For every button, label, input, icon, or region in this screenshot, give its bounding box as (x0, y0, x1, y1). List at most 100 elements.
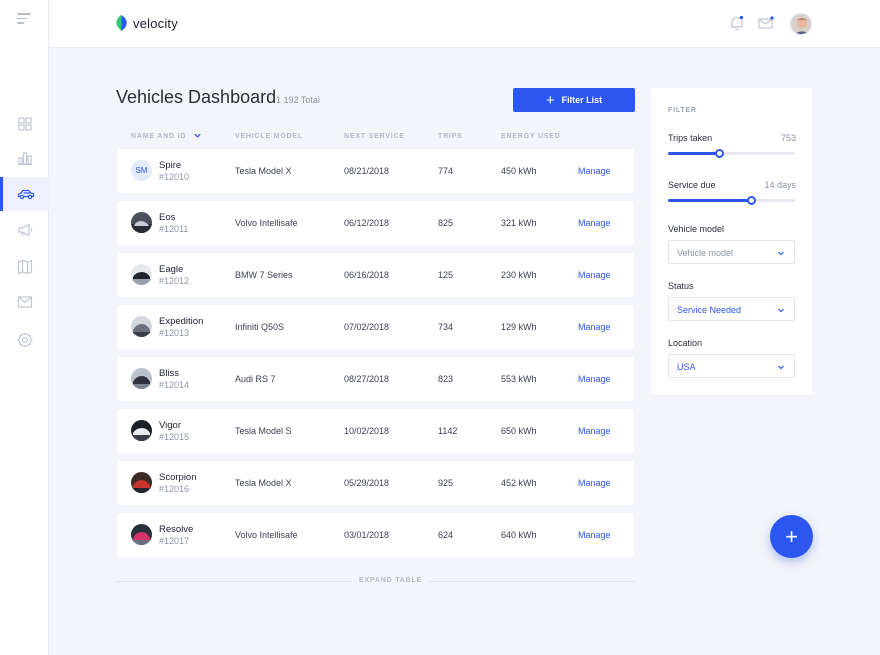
vehicle-model: Volvo Intellisafe (235, 530, 298, 540)
vehicle-model: Volvo Intellisafe (235, 218, 298, 228)
manage-link[interactable]: Manage (578, 530, 611, 540)
vehicle-initials-avatar: SM (131, 160, 152, 181)
menu-icon[interactable] (17, 13, 31, 25)
trips-taken-slider[interactable] (668, 149, 795, 158)
slider-handle[interactable] (714, 149, 724, 158)
vehicle-photo (131, 472, 152, 493)
next-service: 07/02/2018 (344, 322, 390, 332)
vehicle-name: Eagle (159, 264, 184, 275)
chevron-down-icon (778, 251, 784, 256)
table-row[interactable]: Resolve #12017 Volvo Intellisafe 03/01/2… (117, 513, 634, 557)
trips: 925 (438, 478, 454, 488)
column-header-trips[interactable]: TRIPS (438, 133, 463, 140)
vehicle-name: Eos (159, 212, 176, 223)
filter-panel: FILTER Trips taken 753 Service due 14 da… (651, 88, 812, 395)
vehicle-photo (131, 212, 152, 233)
slider-fill (668, 152, 719, 155)
nav-messages[interactable] (0, 285, 49, 319)
expand-table-button[interactable]: EXPAND TABLE (352, 577, 430, 584)
vehicle-id: #12015 (159, 432, 190, 442)
table-row[interactable]: Scorpion #12016 Tesla Model X 05/29/2018… (117, 461, 634, 505)
vehicle-model-select[interactable]: Vehicle model (668, 240, 795, 264)
vehicle-id: #12013 (159, 328, 190, 338)
chevron-down-icon (778, 365, 784, 370)
nav-settings[interactable] (0, 323, 49, 357)
table-row[interactable]: Vigor #12015 Tesla Model S 10/02/2018 11… (117, 409, 634, 453)
trips: 1142 (438, 426, 458, 436)
next-service: 08/21/2018 (344, 166, 390, 176)
vehicle-model: Tesla Model X (235, 166, 292, 176)
service-due-label: Service due (668, 180, 716, 190)
manage-link[interactable]: Manage (578, 322, 611, 332)
table-row[interactable]: Eos #12011 Volvo Intellisafe 06/12/2018 … (117, 201, 634, 245)
megaphone-icon (17, 223, 32, 237)
column-header-energy[interactable]: ENERGY USED (501, 133, 561, 140)
manage-link[interactable]: Manage (578, 374, 611, 384)
nav-analytics[interactable] (0, 141, 49, 175)
manage-link[interactable]: Manage (578, 426, 611, 436)
trips-taken-label: Trips taken (668, 133, 713, 143)
vehicle-name: Bliss (159, 368, 180, 379)
trips: 125 (438, 270, 454, 280)
nav-dashboard[interactable] (0, 107, 49, 141)
table-row[interactable]: Expedition #12013 Infiniti Q50S 07/02/20… (117, 305, 634, 349)
trips: 825 (438, 218, 454, 228)
service-due-slider[interactable] (668, 196, 795, 205)
table-row[interactable]: SM Spire #12010 Tesla Model X 08/21/2018… (117, 149, 634, 193)
energy-used: 230 kWh (501, 270, 537, 280)
plus-icon: + (545, 91, 555, 109)
vehicle-name: Scorpion (159, 472, 197, 483)
vehicle-id: #12011 (159, 224, 189, 234)
status-label: Status (668, 281, 694, 291)
vehicle-id: #12016 (159, 484, 190, 494)
table-row[interactable]: Bliss #12014 Audi RS 7 08/27/2018 823 55… (117, 357, 634, 401)
logo[interactable]: velocity (115, 15, 178, 31)
next-service: 08/27/2018 (344, 374, 390, 384)
vehicle-model-label: Vehicle model (668, 224, 725, 234)
page-title: Vehicles Dashboard (116, 87, 277, 107)
mail-icon (17, 296, 32, 308)
mail-icon[interactable] (757, 14, 775, 32)
vehicle-model: Audi RS 7 (235, 374, 276, 384)
table-row[interactable]: Eagle #12012 BMW 7 Series 06/16/2018 125… (117, 253, 634, 297)
slider-handle[interactable] (746, 196, 756, 205)
vehicle-id: #12010 (159, 172, 190, 182)
nav-vehicles[interactable] (0, 177, 49, 211)
avatar[interactable] (790, 13, 812, 35)
status-select[interactable]: Service Needed (668, 297, 795, 321)
app-name: velocity (133, 15, 178, 31)
manage-link[interactable]: Manage (578, 478, 611, 488)
manage-link[interactable]: Manage (578, 166, 611, 176)
location-select[interactable]: USA (668, 354, 795, 378)
filter-list-button[interactable]: + Filter List (513, 88, 635, 112)
nav-map[interactable] (0, 250, 49, 284)
manage-link[interactable]: Manage (578, 270, 611, 280)
add-vehicle-button[interactable]: + (770, 515, 813, 558)
filter-list-label: Filter List (561, 95, 603, 105)
sidebar (0, 0, 49, 655)
energy-used: 553 kWh (501, 374, 537, 384)
trips: 774 (438, 166, 454, 176)
filter-title: FILTER (668, 107, 697, 114)
energy-used: 640 kWh (501, 530, 537, 540)
trips: 624 (438, 530, 454, 540)
vehicle-name: Spire (159, 160, 182, 171)
trips: 734 (438, 322, 454, 332)
manage-link[interactable]: Manage (578, 218, 611, 228)
energy-used: 450 kWh (501, 166, 537, 176)
vehicle-photo (131, 264, 152, 285)
vehicle-name: Expedition (159, 316, 204, 327)
next-service: 06/12/2018 (344, 218, 390, 228)
vehicle-model: Tesla Model X (235, 478, 292, 488)
vehicle-model: BMW 7 Series (235, 270, 293, 280)
map-icon (17, 259, 32, 275)
chevron-down-icon[interactable] (193, 131, 202, 140)
energy-used: 321 kWh (501, 218, 537, 228)
column-header-model[interactable]: VEHICLE MODEL (235, 133, 303, 140)
dashboard-icon (17, 117, 32, 131)
bell-icon[interactable] (728, 14, 746, 32)
column-header-service[interactable]: NEXT SERVICE (344, 133, 405, 140)
column-header-name[interactable]: NAME AND ID (131, 133, 186, 140)
slider-fill (668, 199, 751, 202)
nav-campaigns[interactable] (0, 213, 49, 247)
